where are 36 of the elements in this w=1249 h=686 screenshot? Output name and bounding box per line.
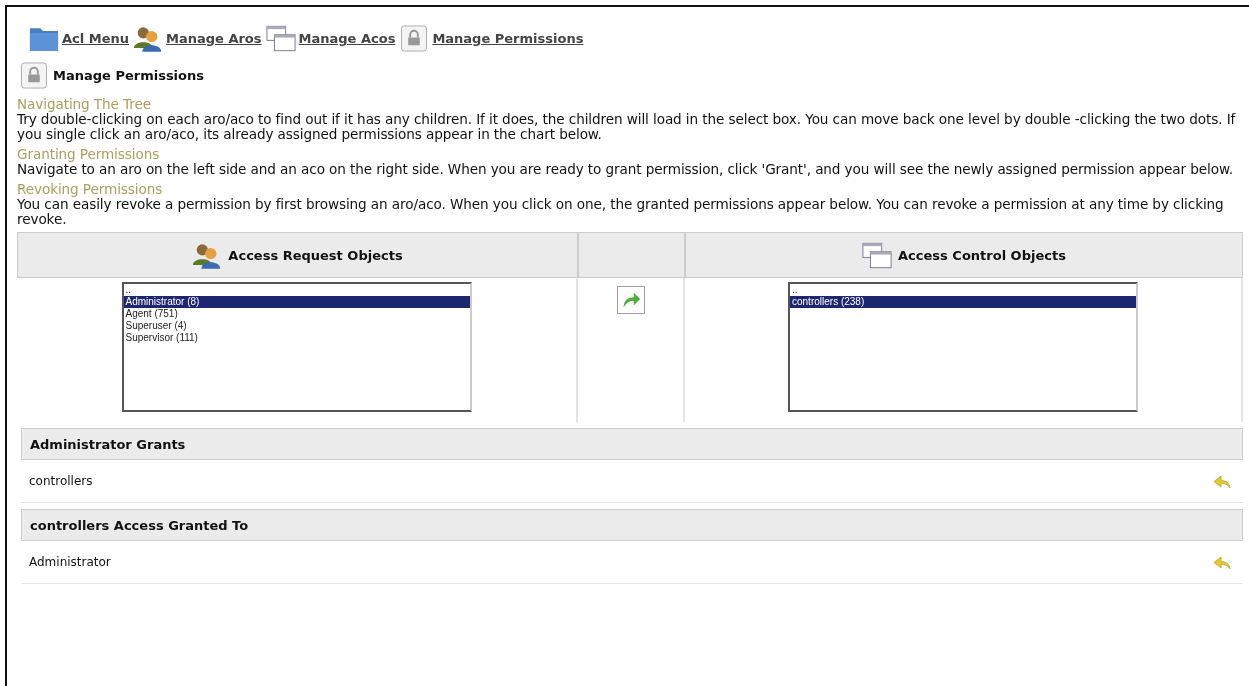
list-option[interactable]: controllers (238) (790, 296, 1136, 308)
revoke-icon[interactable] (1213, 554, 1231, 570)
column-title: Access Control Objects (898, 247, 1066, 263)
nav-link[interactable]: Manage Aros (133, 25, 262, 52)
list-option[interactable]: Administrator (8) (123, 296, 470, 308)
users-icon (133, 25, 163, 52)
grant-button[interactable] (616, 286, 645, 314)
lock-icon (399, 25, 430, 52)
revoke-icon[interactable] (1213, 473, 1231, 489)
nav-link[interactable]: Manage Acos (265, 25, 396, 52)
page-heading: Manage Permissions (53, 68, 204, 83)
table-title: Administrator Grants (30, 436, 186, 452)
list-option[interactable]: Superuser (4) (123, 320, 470, 332)
windows-icon (862, 241, 893, 269)
section-text: Navigate to an aro on the left side and an aco on the right side. When you are ready to grant permission, click 'Grant', and you will see the newly assigned permission appear below. (17, 162, 1234, 177)
nav-link[interactable]: Manage Permissions (399, 25, 584, 52)
list-option[interactable]: .. (123, 284, 470, 296)
list-option[interactable]: Agent (751) (123, 308, 470, 320)
folder-icon (29, 25, 59, 52)
list-option[interactable]: .. (790, 284, 1136, 296)
section-title: Navigating The Tree (17, 97, 152, 112)
column-title: Access Request Objects (228, 247, 403, 263)
table-cell: Administrator (29, 555, 111, 569)
section-text: Try double-clicking on each aro/aco to find out if it has any children. If it does, the children will load in the select box. You can move back one level by double -clicking the two dots. If you single click an aro/aco, its already assigned permissions appear in the chart below. (17, 112, 1237, 142)
section-text: You can easily revoke a permission by first browsing an aro/aco. When you click on one, the granted permissions appear below. You can revoke a permission at any time by clicking revoke. (17, 197, 1225, 227)
nav-link[interactable]: Acl Menu (29, 25, 129, 52)
aco-select-box[interactable]: .. controllers (238) (788, 282, 1138, 412)
aro-select-box[interactable]: .. Administrator (8) Agent (751) Superuser (4) Supervisor (111) (121, 282, 472, 412)
lock-icon (19, 62, 49, 89)
users-icon (192, 241, 223, 269)
table-cell: controllers (29, 474, 93, 488)
table-title: controllers Access Granted To (30, 517, 249, 533)
list-option[interactable]: Supervisor (111) (123, 332, 470, 344)
windows-icon (265, 25, 296, 52)
section-title: Granting Permissions (17, 147, 161, 162)
section-title: Revoking Permissions (17, 182, 164, 197)
